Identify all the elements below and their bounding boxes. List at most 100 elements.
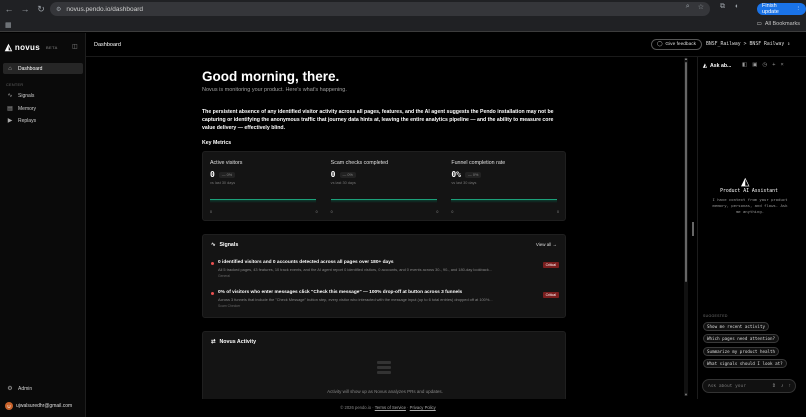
- sidebar-item-dashboard[interactable]: ⌂ Dashboard: [3, 63, 83, 74]
- sidebar-item-replays[interactable]: ▶ Replays: [3, 115, 83, 126]
- activity-empty-message: Activity will show up as Novus analyzes …: [327, 389, 443, 394]
- metric-period: vs last 30 days: [451, 181, 477, 185]
- history-icon[interactable]: ◷: [762, 62, 767, 68]
- signals-heading: ∿ Signals: [211, 242, 238, 248]
- metric-delta: — 0%: [464, 171, 482, 178]
- new-chat-icon[interactable]: +: [772, 62, 775, 68]
- copyright: © 2026 pendo.io: [340, 405, 372, 410]
- panel-icon[interactable]: ▣: [752, 62, 757, 68]
- chevron-updown-icon[interactable]: ⇕: [772, 383, 776, 389]
- microphone-icon[interactable]: ♪: [781, 383, 784, 389]
- sparkline-min: 0: [451, 210, 454, 214]
- novus-logo-icon: ◭: [5, 42, 12, 52]
- signal-item[interactable]: 0 identified visitors and 0 accounts det…: [211, 260, 559, 278]
- privacy-link[interactable]: Privacy Policy: [410, 405, 436, 410]
- beta-badge: BETA: [45, 45, 58, 50]
- ai-panel-title: Ask ab...: [710, 63, 732, 69]
- all-bookmarks-label: All Bookmarks: [764, 21, 800, 27]
- activity-icon: ⇄: [211, 339, 216, 345]
- back-icon[interactable]: ←: [2, 2, 16, 16]
- metric-label: Active visitors: [210, 160, 243, 166]
- sidebar-item-memory[interactable]: ▤ Memory: [3, 103, 83, 114]
- sidebar-item-label: Memory: [18, 105, 37, 112]
- close-icon[interactable]: ×: [780, 62, 783, 68]
- sparkline-min: 0: [330, 210, 333, 214]
- user-account[interactable]: U ujwalsuredhr@gmail.com: [5, 402, 72, 410]
- sparkline-max: 0: [557, 210, 560, 214]
- feedback-icon: ◯: [657, 42, 663, 47]
- page-header: Dashboard ◯ Give feedback BNSF_Railway >…: [86, 33, 806, 57]
- metric-delta: — 0%: [218, 171, 236, 178]
- sparkline-min: 0: [210, 210, 212, 214]
- ai-panel-header: ◭ Ask ab...: [703, 63, 731, 69]
- signals-title: Signals: [219, 242, 239, 248]
- sidebar-item-label: Replays: [18, 117, 37, 124]
- ai-chat-input-box[interactable]: ⇕ ♪ ↑: [702, 379, 796, 393]
- replay-icon: ▶: [7, 118, 13, 124]
- site-info-icon[interactable]: ⚙: [56, 6, 61, 13]
- critical-dot-icon: [211, 262, 214, 265]
- bookmark-star-icon[interactable]: ☆: [698, 3, 704, 11]
- apps-grid-icon[interactable]: ▦: [5, 21, 12, 29]
- metric-label: Scam checks completed: [330, 160, 389, 166]
- metric-scam-checks[interactable]: Scam checks completed 0 — 0% vs last 30 …: [324, 152, 445, 220]
- extensions-icon[interactable]: ⧉: [720, 3, 725, 11]
- send-icon[interactable]: ↑: [789, 383, 792, 389]
- terms-link[interactable]: Terms of Service: [375, 405, 406, 410]
- all-bookmarks-button[interactable]: ▭ All Bookmarks: [757, 21, 800, 27]
- empty-list-icon: [377, 361, 391, 379]
- sidebar-item-label: Admin: [18, 385, 33, 392]
- signal-title: 0% of visitors who enter messages click …: [218, 290, 463, 295]
- sparkline: [330, 199, 437, 203]
- pulse-icon: ∿: [7, 93, 13, 99]
- brand[interactable]: ◭ novus BETA: [5, 42, 58, 53]
- reload-icon[interactable]: ↻: [34, 2, 48, 16]
- sidebar-collapse-icon[interactable]: ◫: [72, 43, 78, 50]
- metric-active-visitors[interactable]: Active visitors 0 — 0% vs last 30 days 0…: [203, 152, 324, 220]
- subscription-name: BNSF Railway: [749, 42, 785, 47]
- workspace-selector[interactable]: BNSF_Railway > BNSF Railway ⇕: [706, 42, 790, 47]
- activity-heading: ⇄ Novus Activity: [211, 339, 256, 345]
- suggestion-chip[interactable]: What signals should I look at?: [703, 359, 787, 368]
- status-badge: Critical: [542, 262, 559, 268]
- workspace-separator: >: [743, 42, 747, 47]
- sidebar-item-label: Dashboard: [18, 65, 43, 72]
- footer-separator: ·: [407, 405, 409, 410]
- folder-icon: ▭: [756, 21, 762, 27]
- pulse-icon: ∿: [211, 242, 216, 248]
- signal-source: General: [218, 274, 231, 278]
- signal-description: Across 3 funnels that include the "Check…: [218, 297, 493, 302]
- ai-chat-input[interactable]: [708, 382, 758, 391]
- suggestion-chip[interactable]: Summarize my product health: [703, 347, 780, 356]
- forward-icon[interactable]: →: [18, 2, 32, 16]
- sidebar-item-admin[interactable]: ⚙ Admin: [3, 383, 83, 394]
- bookmarks-bar: ▦ ▭ All Bookmarks: [0, 18, 806, 32]
- suggestion-chip[interactable]: Which pages need attention?: [703, 334, 780, 343]
- brand-name: novus: [14, 43, 40, 52]
- main-content[interactable]: Good morning, there. Novus is monitoring…: [86, 57, 690, 399]
- sidebar-item-signals[interactable]: ∿ Signals: [3, 90, 83, 101]
- profile-icon[interactable]: ◐: [735, 3, 739, 11]
- sidebar-item-label: Signals: [18, 92, 35, 99]
- scroll-down-icon[interactable]: ▼: [684, 392, 688, 397]
- view-all-signals-link[interactable]: View all →: [536, 242, 557, 247]
- metric-funnel-completion[interactable]: Funnel completion rate 0% — 0% vs last 3…: [444, 152, 565, 220]
- suggestion-chip[interactable]: Show me recent activity: [703, 322, 769, 331]
- ai-assistant-description: I have context from your product memory,…: [712, 197, 788, 214]
- sparkline-max: 0: [315, 210, 318, 214]
- finish-update-button[interactable]: Finish update ⋮: [757, 3, 806, 15]
- search-icon[interactable]: ⌕: [686, 3, 690, 11]
- home-icon: ⌂: [8, 65, 12, 72]
- scrollbar-thumb[interactable]: [685, 62, 687, 282]
- give-feedback-button[interactable]: ◯ Give feedback: [651, 39, 703, 50]
- panel-resize-handle[interactable]: [692, 222, 694, 236]
- address-bar[interactable]: ⚙ novus.pendo.io/dashboard ⌕ ☆: [50, 2, 710, 16]
- layout-icon[interactable]: ◧: [742, 62, 747, 68]
- footer-separator: ·: [372, 405, 374, 410]
- signal-item[interactable]: 0% of visitors who enter messages click …: [211, 290, 559, 308]
- more-icon: ⋮: [795, 6, 802, 12]
- user-email: ujwalsuredhr@gmail.com: [16, 403, 73, 409]
- metric-value: 0%: [451, 170, 461, 179]
- url-text: novus.pendo.io/dashboard: [66, 5, 144, 13]
- scroll-up-icon[interactable]: ▲: [684, 56, 688, 61]
